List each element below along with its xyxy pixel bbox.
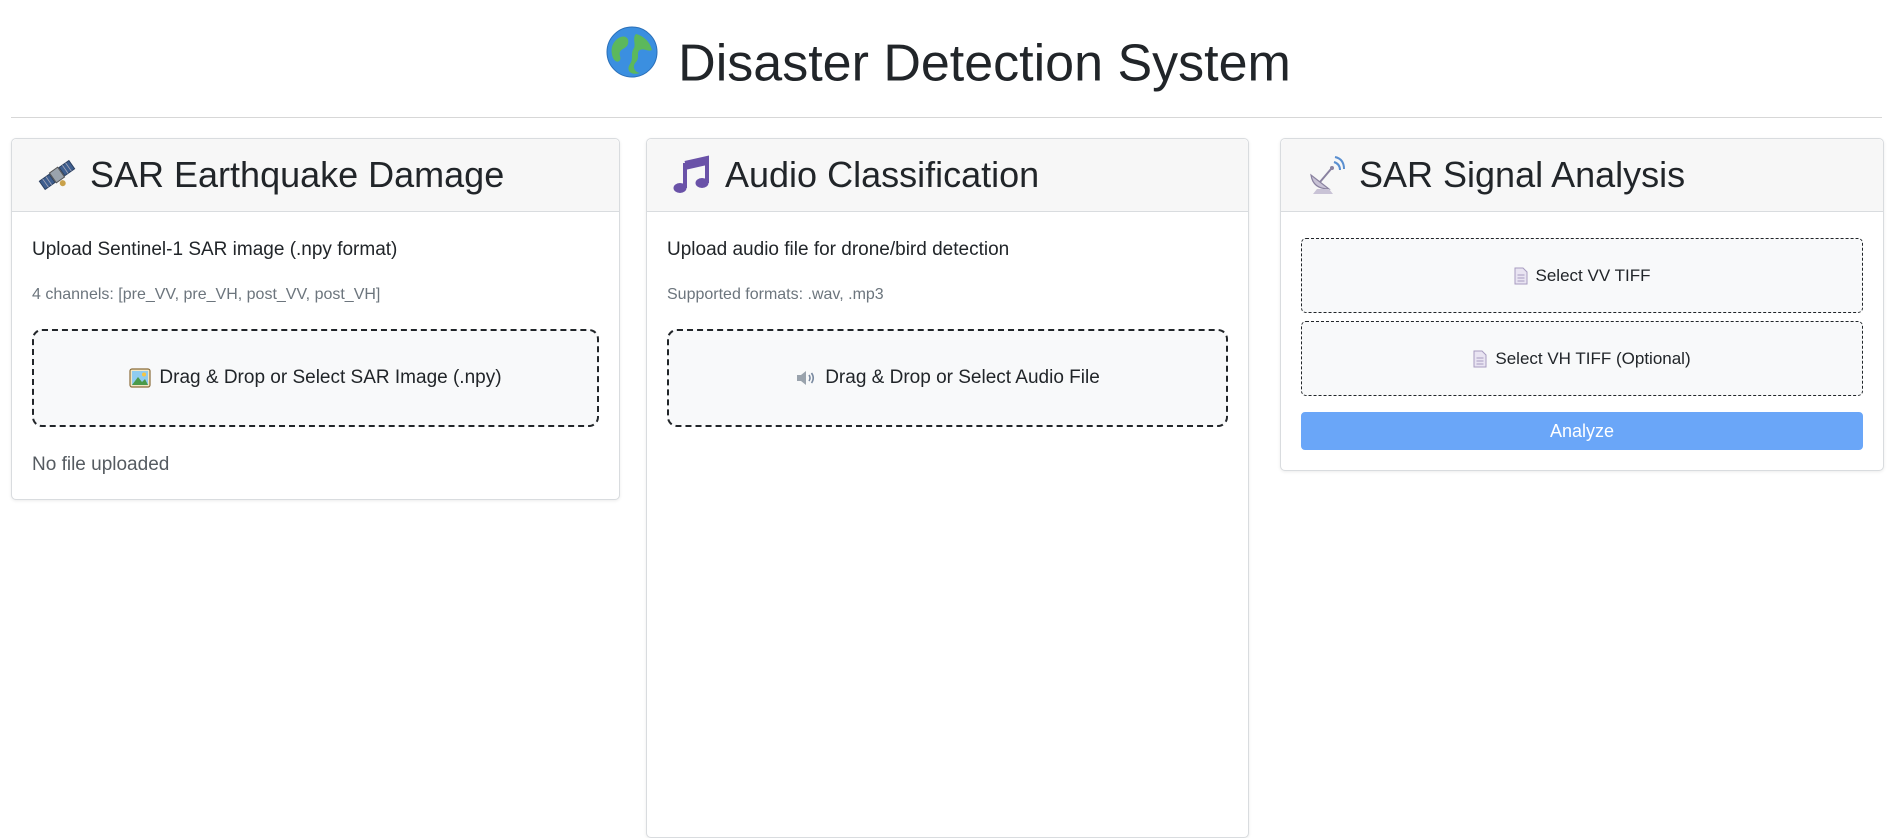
select-vv-tiff-button[interactable]: Select VV TIFF [1301,238,1863,313]
speaker-icon [795,368,817,388]
document-icon [1473,350,1487,368]
sar-earthquake-card: SAR Earthquake Damage Upload Sentinel-1 … [11,138,620,500]
header-divider [11,117,1882,118]
globe-icon [606,26,658,93]
sar-image-dropzone[interactable]: Drag & Drop or Select SAR Image (.npy) [32,329,599,427]
formats-hint: Supported formats: .wav, .mp3 [667,286,884,303]
upload-status: No file uploaded [32,454,170,475]
upload-description: Upload audio file for drone/bird detecti… [667,239,1010,260]
vv-tiff-label: Select VV TIFF [1535,265,1651,285]
picture-icon [129,368,152,388]
card-title: Audio Classification [725,154,1040,195]
dropzone-label: Drag & Drop or Select SAR Image (.npy) [159,367,502,388]
satellite-icon [36,154,78,196]
channels-hint: 4 channels: [pre_VV, pre_VH, post_VV, po… [32,286,381,303]
audio-file-dropzone[interactable]: Drag & Drop or Select Audio File [667,329,1228,427]
music-note-icon [671,154,713,196]
upload-description: Upload Sentinel-1 SAR image (.npy format… [32,239,398,260]
card-title: SAR Signal Analysis [1359,154,1686,195]
vh-tiff-label: Select VH TIFF (Optional) [1495,348,1691,368]
dropzone-label: Drag & Drop or Select Audio File [825,367,1100,388]
page-header: Disaster Detection System [0,0,1897,118]
page-title: Disaster Detection System [0,26,1897,97]
analyze-button[interactable]: Analyze [1301,412,1863,450]
select-vh-tiff-button[interactable]: Select VH TIFF (Optional) [1301,321,1863,396]
card-title: SAR Earthquake Damage [90,154,505,195]
document-icon [1514,267,1528,285]
card-header: Audio Classification [647,139,1248,212]
card-header: SAR Earthquake Damage [12,139,619,212]
card-header: SAR Signal Analysis [1281,139,1883,212]
sar-signal-card: SAR Signal Analysis Select VV TIFF Selec… [1280,138,1884,471]
audio-classification-card: Audio Classification Upload audio file f… [646,138,1249,838]
satellite-dish-icon [1305,154,1347,196]
